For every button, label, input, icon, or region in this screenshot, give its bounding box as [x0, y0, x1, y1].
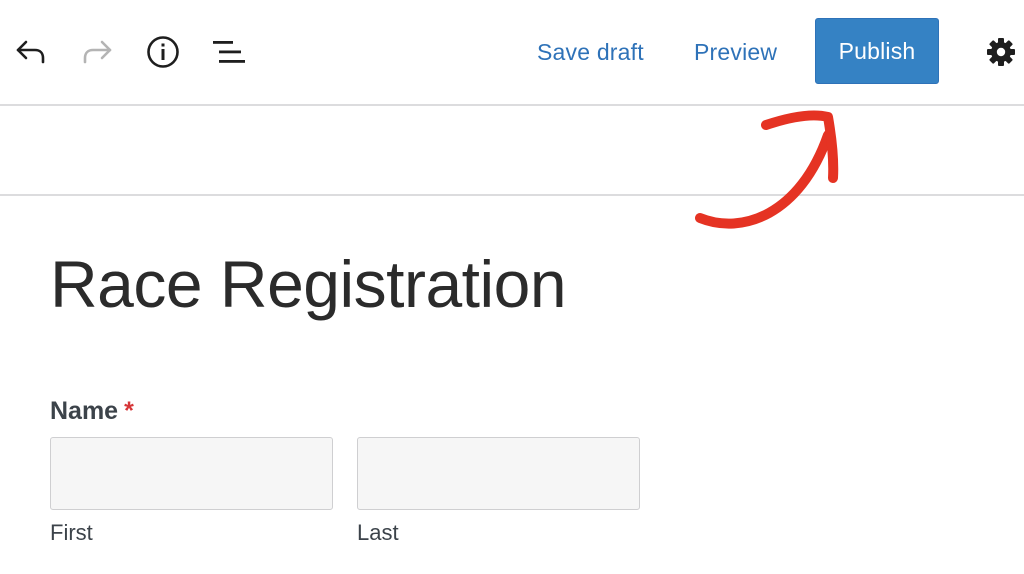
last-name-sublabel: Last [357, 520, 399, 545]
editor-toolbar: Save draft Preview Publish [0, 0, 1024, 106]
secondary-toolbar [0, 106, 1024, 196]
name-label-text: Name [50, 397, 119, 425]
name-field-label: Name * [50, 395, 134, 427]
preview-button[interactable]: Preview [694, 36, 777, 68]
info-icon[interactable] [145, 34, 181, 70]
list-view-icon[interactable] [211, 34, 247, 70]
last-name-input[interactable] [357, 437, 640, 510]
required-marker: * [124, 397, 134, 425]
first-name-input[interactable] [50, 437, 333, 510]
undo-icon[interactable] [13, 34, 49, 70]
gear-icon[interactable] [983, 34, 1019, 70]
redo-icon[interactable] [79, 34, 115, 70]
save-draft-button[interactable]: Save draft [537, 36, 644, 68]
page-title[interactable]: Race Registration [50, 244, 567, 324]
publish-button[interactable]: Publish [815, 18, 939, 84]
first-name-sublabel: First [50, 520, 93, 545]
editor-page: Save draft Preview Publish Race Registra… [0, 0, 1024, 574]
